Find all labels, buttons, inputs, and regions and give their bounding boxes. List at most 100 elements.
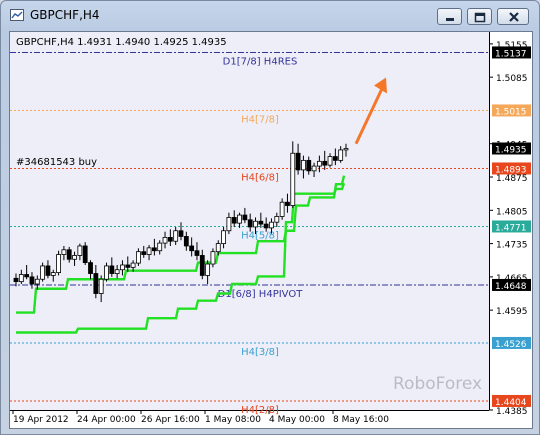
- price-tag-label: 1.4893: [495, 165, 527, 175]
- window-titlebar[interactable]: GBPCHF,H4: [1, 1, 539, 31]
- candle-body: [72, 255, 77, 260]
- price-tick-label: 1.4805: [496, 207, 528, 217]
- candle-body: [285, 201, 290, 206]
- level-label: H4[5/8]: [241, 230, 279, 241]
- time-tick-label: 26 Apr 16:00: [141, 415, 200, 425]
- candle-body: [61, 249, 67, 255]
- price-tick-label: 1.4595: [496, 307, 528, 317]
- price-tick-label: 1.4385: [496, 407, 528, 417]
- candle-body: [93, 273, 99, 294]
- candle-body: [205, 263, 211, 276]
- candle-body: [189, 245, 195, 252]
- close-icon: [509, 12, 519, 22]
- candle-body: [183, 236, 189, 247]
- restore-button[interactable]: [467, 8, 492, 25]
- candle-body: [104, 265, 109, 280]
- candle-body: [98, 278, 104, 294]
- price-tick-label: 1.4875: [496, 174, 528, 184]
- candle-body: [151, 247, 157, 252]
- candle-body: [258, 220, 264, 225]
- candle-body: [237, 214, 242, 224]
- candle-body: [173, 230, 179, 242]
- chart-window: GBPCHF,H4 D1[7/8] H4RES H4[7/8] H4[6/8] H4[…: [0, 0, 540, 435]
- chart-app-icon[interactable]: [10, 9, 24, 21]
- window-title: GBPCHF,H4: [30, 8, 100, 22]
- price-tag-label: 1.4404: [495, 398, 527, 408]
- price-tick-label: 1.5085: [496, 74, 528, 84]
- candle-body: [34, 278, 40, 285]
- restore-icon: [474, 12, 486, 23]
- price-tag-label: 1.4771: [495, 223, 527, 233]
- order-label: #34681543 buy: [16, 157, 97, 168]
- candle-body: [50, 272, 56, 276]
- candle-body: [194, 250, 200, 256]
- candle-body: [114, 269, 120, 274]
- candle-body: [130, 262, 136, 268]
- price-tag-label: 1.5137: [495, 49, 527, 59]
- candle-body: [210, 251, 216, 265]
- candle-body: [215, 243, 221, 253]
- level-label: H4[3/8]: [241, 347, 279, 358]
- price-chart[interactable]: D1[7/8] H4RESH4[7/8]H4[6/8]H4[5/8]D1[6/8…: [10, 32, 532, 428]
- candle-body: [136, 251, 141, 264]
- candle-body: [253, 220, 258, 228]
- candle-body: [162, 237, 168, 244]
- candle-body: [88, 262, 93, 274]
- candle-body: [332, 156, 338, 161]
- candle-body: [24, 274, 30, 278]
- candle-body: [322, 160, 328, 166]
- symbol-ohlc-label: GBPCHF,H4 1.4931 1.4940 1.4925 1.4935: [16, 37, 227, 48]
- price-tag-label: 1.4648: [495, 282, 527, 292]
- time-tick-label: 24 Apr 00:00: [77, 415, 136, 425]
- time-tick-label: 8 May 16:00: [333, 415, 389, 425]
- candle-body: [82, 245, 88, 264]
- candle-body: [295, 152, 301, 171]
- price-tags: 1.5137 1.5015 1.4935 1.4893 1.4771 1.4648 1.45…: [492, 46, 531, 408]
- price-tag-label: 1.5015: [495, 107, 527, 117]
- candle-body: [343, 148, 349, 151]
- candle-body: [311, 165, 317, 172]
- time-axis-labels: 19 Apr 2012 24 Apr 00:00 26 Apr 16:00 1 May…: [12, 410, 389, 425]
- close-button[interactable]: [497, 8, 529, 25]
- candle-body: [316, 160, 322, 167]
- minimize-icon: [446, 18, 454, 21]
- price-tick-label: 1.4735: [496, 241, 528, 251]
- candle-body: [146, 247, 152, 255]
- candle-body: [327, 156, 333, 166]
- candle-body: [226, 217, 232, 232]
- level-label: D1[7/8] H4RES: [223, 56, 298, 67]
- candle-body: [279, 201, 285, 217]
- candle-body: [125, 264, 131, 268]
- candle-body: [274, 216, 280, 223]
- candle-body: [301, 159, 306, 171]
- candle-body: [56, 254, 61, 273]
- candle-body: [221, 230, 226, 244]
- candle-body: [290, 152, 296, 206]
- candle-body: [157, 242, 163, 252]
- time-tick-label: 19 Apr 2012: [13, 415, 69, 425]
- candle-body: [29, 276, 35, 285]
- candle-body: [45, 265, 51, 276]
- candle-body: [66, 249, 72, 260]
- candle-body: [231, 217, 237, 224]
- price-tag-label: 1.4526: [495, 340, 527, 350]
- chart-area[interactable]: D1[7/8] H4RES H4[7/8] H4[6/8] H4[5/8] D1[6/8…: [9, 31, 533, 429]
- candle-body: [269, 221, 274, 229]
- candle-body: [263, 223, 269, 229]
- candle-body: [77, 245, 83, 256]
- watermark: RoboForex: [393, 374, 482, 394]
- price-tag-label: 1.4935: [495, 145, 527, 155]
- candle-body: [178, 230, 184, 237]
- candle-body: [40, 265, 46, 280]
- candle-body: [141, 251, 147, 255]
- candle-body: [167, 237, 173, 242]
- candle-body: [13, 277, 19, 283]
- level-label: H4[7/8]: [241, 114, 279, 125]
- candle-body: [242, 214, 248, 221]
- time-tick-label: 4 May 00:00: [269, 415, 325, 425]
- candle-body: [120, 264, 125, 271]
- minimize-button[interactable]: [437, 8, 462, 25]
- candle-body: [109, 265, 115, 274]
- candle-body: [338, 149, 344, 161]
- time-tick-label: 1 May 08:00: [205, 415, 261, 425]
